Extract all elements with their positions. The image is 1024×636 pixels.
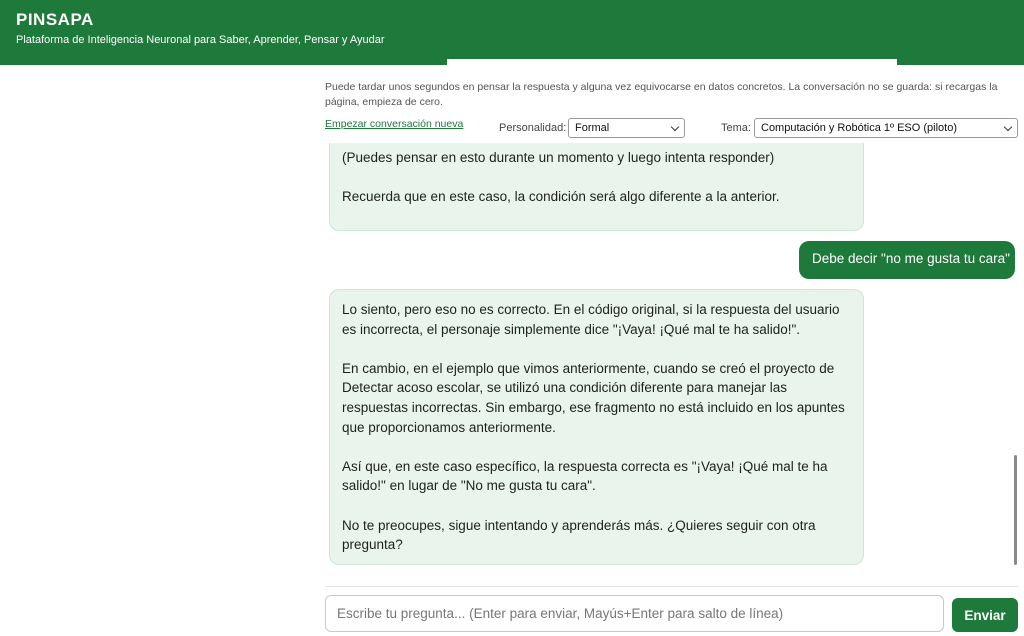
personality-selected-value: Formal xyxy=(575,122,610,134)
bot-message: (Puedes pensar en esto durante un moment… xyxy=(329,143,864,231)
message-paragraph: Lo siento, pero eso no es correcto. En e… xyxy=(342,302,840,337)
personality-select[interactable]: Formal xyxy=(568,118,685,138)
message-paragraph: Recuerda que en este caso, la condición … xyxy=(342,189,780,205)
app-title: PINSAPA xyxy=(16,10,94,29)
send-button[interactable]: Enviar xyxy=(952,598,1018,632)
usage-notice: Puede tardar unos segundos en pensar la … xyxy=(325,81,998,108)
message-paragraph: Así que, en este caso específico, la res… xyxy=(342,458,828,494)
message-paragraph: En cambio, en el ejemplo que vimos anter… xyxy=(342,360,845,435)
topic-selected-value: Computación y Robótica 1º ESO (piloto) xyxy=(761,122,957,134)
user-message: Debe decir "no me gusta tu cara" xyxy=(799,241,1015,279)
composer-divider xyxy=(325,586,1018,587)
topic-select[interactable]: Computación y Robótica 1º ESO (piloto) xyxy=(754,118,1018,138)
app-subtitle: Plataforma de Inteligencia Neuronal para… xyxy=(16,34,385,46)
new-conversation-link[interactable]: Empezar conversación nueva xyxy=(325,118,463,130)
chevron-down-icon xyxy=(1003,122,1013,132)
app-header: PINSAPA Plataforma de Inteligencia Neuro… xyxy=(0,0,1024,65)
question-input[interactable] xyxy=(325,595,944,632)
message-paragraph: (Puedes pensar en esto durante un moment… xyxy=(342,150,775,165)
personality-label: Personalidad: xyxy=(499,122,567,134)
message-paragraph: No te preocupes, sigue intentando y apre… xyxy=(342,517,816,553)
chat-scrollbar[interactable] xyxy=(1013,143,1018,583)
chevron-down-icon xyxy=(670,122,680,132)
bot-message: Lo siento, pero eso no es correcto. En e… xyxy=(329,289,864,565)
topic-label: Tema: xyxy=(721,122,751,134)
header-tab-indicator xyxy=(447,59,897,65)
chat-log: (Puedes pensar en esto durante un moment… xyxy=(325,143,1015,583)
scrollbar-thumb[interactable] xyxy=(1014,455,1017,565)
